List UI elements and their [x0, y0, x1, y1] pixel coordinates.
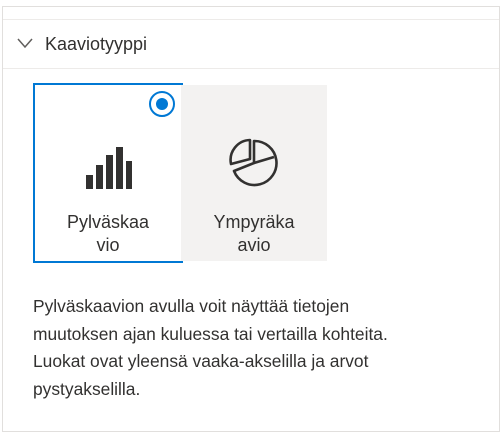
chart-type-description: Pylväskaavion avulla voit näyttää tietoj… — [33, 293, 483, 403]
chevron-down-icon — [17, 36, 33, 49]
radio-selected-icon[interactable] — [149, 91, 175, 117]
option-label-pie: Ympyräka avio — [181, 211, 327, 257]
chart-type-section-header[interactable]: Kaaviotyyppi — [3, 19, 499, 69]
section-title: Kaaviotyyppi — [45, 34, 148, 54]
option-label-pie-line2: avio — [237, 235, 271, 255]
option-label-pie-line1: Ympyräka — [213, 212, 295, 232]
description-line: Pylväskaavion avulla voit näyttää tietoj… — [33, 296, 350, 316]
option-label-bar: Pylväskaa vio — [35, 211, 181, 257]
pie-chart-icon — [228, 137, 280, 189]
bar-chart-icon — [84, 147, 132, 189]
option-label-bar-line2: vio — [96, 235, 120, 255]
chart-type-option-bar[interactable]: Pylväskaa vio — [33, 83, 183, 263]
description-line: muutoksen ajan kuluessa tai vertailla ko… — [33, 323, 388, 344]
description-line: pystyakselilla. — [33, 378, 141, 399]
chart-type-panel: Kaaviotyyppi Pylväskaa vio Ympyräka avio… — [2, 6, 500, 432]
chart-type-option-pie[interactable]: Ympyräka avio — [181, 85, 327, 261]
description-line: Luokat ovat yleensä vaaka-akselilla ja a… — [33, 351, 369, 371]
option-label-bar-line1: Pylväskaa — [66, 212, 150, 232]
